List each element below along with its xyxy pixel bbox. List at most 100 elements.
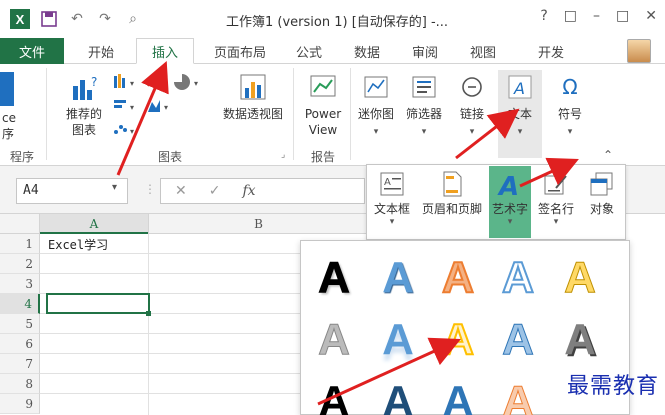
tab-formulas[interactable]: 公式 bbox=[286, 38, 332, 64]
text-button[interactable]: A 文本 ▾ bbox=[498, 70, 542, 158]
svg-text:A: A bbox=[513, 79, 525, 98]
wordart-style-13[interactable]: A bbox=[432, 376, 484, 415]
enter-icon[interactable]: ✓ bbox=[209, 183, 221, 199]
ribbon-display-button[interactable]: □ bbox=[564, 8, 577, 24]
object-button[interactable]: 对象 bbox=[582, 168, 622, 217]
wordart-style-8[interactable]: A bbox=[432, 314, 484, 366]
column-header-a[interactable]: A bbox=[40, 214, 148, 234]
wordart-style-12[interactable]: A bbox=[372, 376, 424, 415]
links-button[interactable]: 链接 ▾ bbox=[450, 72, 494, 140]
omega-icon: Ω bbox=[562, 75, 578, 99]
wordart-style-2[interactable]: A bbox=[372, 252, 424, 304]
text-label: 文本 bbox=[507, 107, 532, 121]
reports-group-label: 报告 bbox=[310, 150, 335, 164]
recommended-charts-button[interactable]: ? 推荐的 图表 bbox=[60, 72, 108, 138]
table-button[interactable]: ce 序 bbox=[2, 110, 42, 142]
filters-button[interactable]: 筛选器 ▾ bbox=[402, 72, 446, 140]
ribbon-separator bbox=[46, 68, 47, 160]
signature-line-button[interactable]: 签名行 ▾ bbox=[534, 168, 578, 227]
column-chart-icon bbox=[114, 74, 125, 88]
gridline bbox=[40, 273, 300, 274]
header-footer-icon bbox=[436, 168, 468, 200]
link-icon bbox=[457, 72, 487, 102]
wordart-style-14[interactable]: A bbox=[492, 376, 544, 415]
row-header[interactable]: 8 bbox=[0, 374, 40, 394]
links-label: 链接 bbox=[459, 107, 484, 121]
bar-chart-icon bbox=[114, 100, 126, 108]
charts-dialog-launcher-icon[interactable]: ⌟ bbox=[281, 150, 285, 160]
minimize-button[interactable]: – bbox=[593, 8, 600, 24]
row-header[interactable]: 5 bbox=[0, 314, 40, 334]
tab-review[interactable]: 审阅 bbox=[402, 38, 448, 64]
close-button[interactable]: ✕ bbox=[645, 8, 657, 24]
wordart-style-11[interactable]: A bbox=[308, 376, 360, 415]
select-all-corner[interactable] bbox=[0, 214, 40, 234]
pie-chart-icon bbox=[174, 74, 190, 90]
svg-text:▾: ▾ bbox=[130, 79, 134, 88]
textbox-icon: A bbox=[376, 168, 408, 200]
active-cell-a4[interactable] bbox=[46, 293, 150, 314]
textbox-button[interactable]: A 文本框 ▾ bbox=[370, 168, 414, 227]
row-header[interactable]: 9 bbox=[0, 394, 40, 414]
cell-a1[interactable]: Excel学习 bbox=[48, 236, 108, 253]
filters-caret-icon: ▾ bbox=[421, 127, 427, 137]
row-header[interactable]: 2 bbox=[0, 254, 40, 274]
row-header[interactable]: 1 bbox=[0, 234, 40, 254]
user-avatar[interactable] bbox=[627, 39, 651, 63]
wordart-style-9[interactable]: A bbox=[492, 314, 544, 366]
quick-access-toolbar: X ↶ ↷ ⌕ bbox=[10, 8, 142, 30]
row-header[interactable]: 7 bbox=[0, 354, 40, 374]
svg-text:▾: ▾ bbox=[164, 103, 168, 112]
sparklines-button[interactable]: 迷你图 ▾ bbox=[354, 72, 398, 140]
row-header[interactable]: 3 bbox=[0, 274, 40, 294]
formula-buttons: ✕ ✓ fx bbox=[160, 178, 365, 204]
maximize-button[interactable]: □ bbox=[616, 8, 629, 24]
area-chart-icon bbox=[148, 100, 160, 112]
tab-insert[interactable]: 插入 bbox=[136, 38, 194, 64]
collapse-ribbon-icon[interactable]: ⌃ bbox=[603, 148, 613, 162]
wordart-button[interactable]: A 艺术字 ▾ bbox=[489, 168, 531, 227]
redo-icon[interactable]: ↷ bbox=[96, 10, 114, 28]
gridline bbox=[40, 373, 300, 374]
column-header-b[interactable]: B bbox=[148, 214, 368, 234]
wordart-style-5[interactable]: A bbox=[554, 252, 606, 304]
tab-home[interactable]: 开始 bbox=[72, 38, 130, 64]
object-icon bbox=[586, 168, 618, 200]
textbox-label: 文本框 bbox=[373, 202, 410, 216]
gridline bbox=[40, 253, 300, 254]
wordart-style-6[interactable]: A bbox=[308, 314, 360, 366]
wordart-style-7[interactable]: A bbox=[372, 314, 424, 366]
gridline bbox=[40, 353, 300, 354]
signature-line-caret-icon: ▾ bbox=[553, 217, 559, 227]
tab-developer[interactable]: 开发 bbox=[528, 38, 574, 64]
cancel-icon[interactable]: ✕ bbox=[175, 183, 187, 199]
tab-view[interactable]: 视图 bbox=[460, 38, 506, 64]
row-header[interactable]: 6 bbox=[0, 334, 40, 354]
wordart-style-3[interactable]: A bbox=[432, 252, 484, 304]
symbols-button[interactable]: Ω 符号 ▾ bbox=[548, 72, 592, 140]
wordart-label: 艺术字 bbox=[491, 202, 528, 216]
tab-data[interactable]: 数据 bbox=[344, 38, 390, 64]
programs-group-label: 程序 bbox=[9, 150, 34, 164]
undo-icon[interactable]: ↶ bbox=[68, 10, 86, 28]
power-view-label: Power View bbox=[304, 107, 342, 137]
save-icon[interactable] bbox=[40, 10, 58, 28]
pivot-chart-button[interactable]: 数据透视图 bbox=[220, 72, 286, 122]
power-view-button[interactable]: Power View bbox=[300, 72, 346, 138]
signature-line-label: 签名行 bbox=[537, 202, 574, 216]
tab-file[interactable]: 文件 bbox=[0, 38, 64, 64]
tab-page-layout[interactable]: 页面布局 bbox=[200, 38, 280, 64]
wordart-style-4[interactable]: A bbox=[492, 252, 544, 304]
watermark-text: 最需教育 bbox=[566, 374, 659, 399]
name-box-dropdown-icon[interactable]: ▾ bbox=[112, 182, 117, 193]
text-icon: A bbox=[505, 72, 535, 102]
header-footer-button[interactable]: 页眉和页脚 bbox=[416, 168, 488, 217]
help-button[interactable]: ? bbox=[540, 8, 547, 24]
wordart-style-10[interactable]: A bbox=[554, 314, 606, 366]
print-preview-icon[interactable]: ⌕ bbox=[124, 10, 142, 28]
wordart-style-1[interactable]: A bbox=[308, 252, 360, 304]
row-header[interactable]: 4 bbox=[0, 294, 40, 314]
insert-function-icon[interactable]: fx bbox=[242, 183, 255, 199]
svg-text:▾: ▾ bbox=[194, 79, 198, 88]
fill-handle[interactable] bbox=[146, 311, 151, 316]
